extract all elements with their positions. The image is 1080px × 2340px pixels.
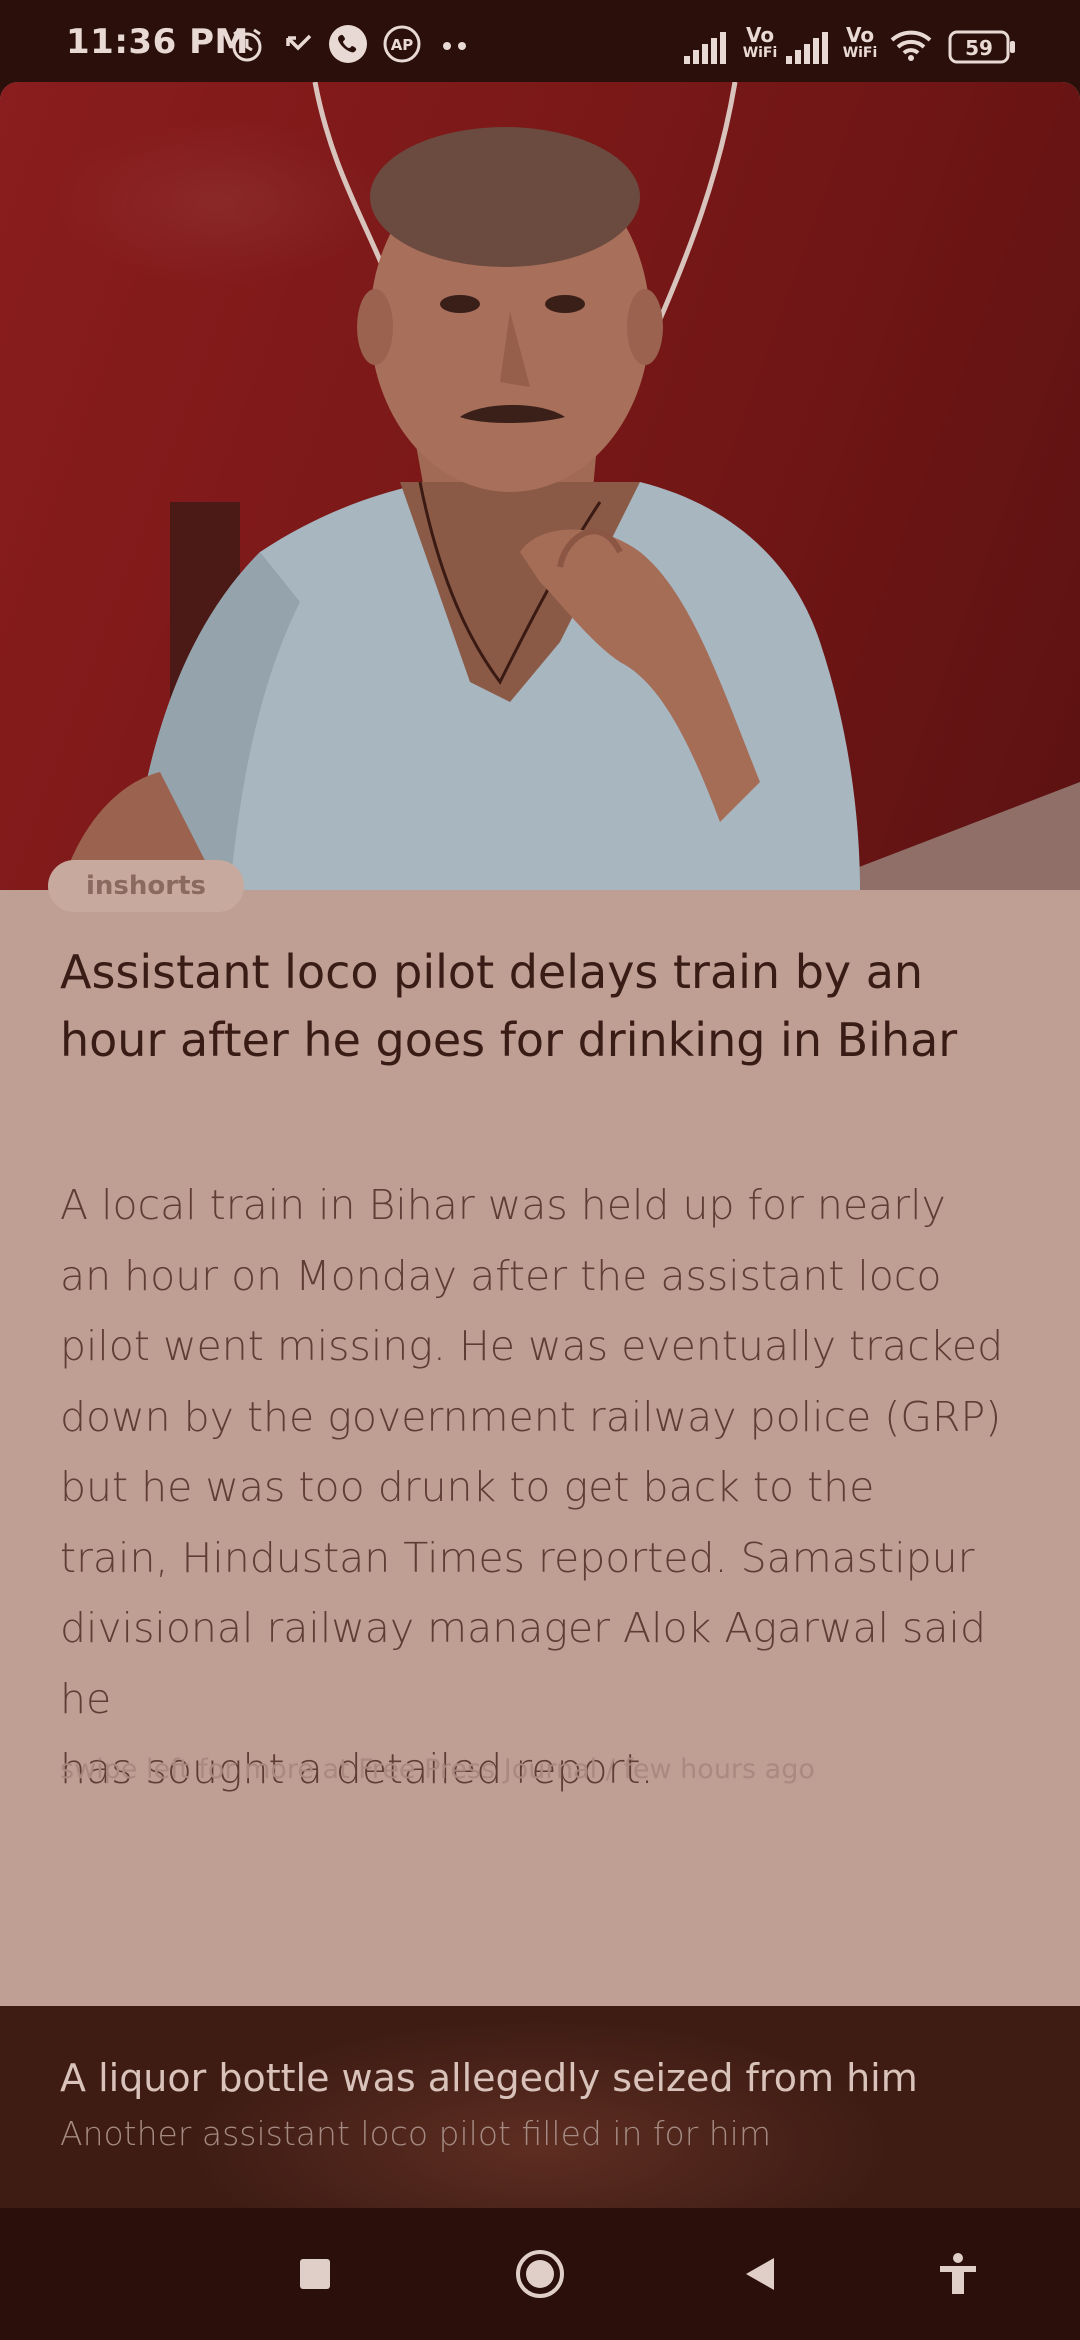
teaser-banner[interactable] (0, 2006, 1080, 2208)
accessibility-icon[interactable] (898, 2208, 1018, 2340)
article-body: A local train in Bihar was held up for n… (60, 1170, 1030, 1805)
news-card[interactable]: inshorts Assistant loco pilot delays tra… (0, 82, 1080, 2206)
body-line: pilot went missing. He was eventually tr… (60, 1322, 1004, 1370)
body-line: train, Hindustan Times reported. Samasti… (60, 1533, 975, 1582)
body-line: down by the government railway police (G… (60, 1392, 1002, 1441)
signal-icon (786, 32, 830, 69)
alarm-icon (228, 26, 266, 69)
source-badge: inshorts (48, 860, 244, 912)
teaser-subtitle: Another assistant loco pilot filled in f… (60, 2114, 771, 2153)
recents-square-icon[interactable] (255, 2208, 375, 2340)
article-headline: Assistant loco pilot delays train by an … (60, 945, 958, 1067)
signal-icon (684, 32, 728, 69)
battery-icon: 59 (948, 30, 1018, 69)
article-photo[interactable] (0, 82, 1080, 890)
body-line: but he was too drunk to get back to the (60, 1463, 875, 1511)
ap-badge-icon: AP (382, 24, 422, 69)
navigation-bar (0, 2208, 1080, 2340)
status-time: 11:36 PM (66, 22, 249, 62)
svg-text:59: 59 (965, 36, 993, 60)
vowifi-icon: Vo WiFi (842, 23, 878, 61)
swipe-hint-link[interactable]: swipe left for more at Free Press Journa… (60, 1754, 1030, 1785)
svg-text:AP: AP (391, 36, 414, 54)
missed-call-icon (282, 26, 316, 65)
body-line: A local train in Bihar was held up for n… (60, 1181, 946, 1229)
vowifi-icon: Vo WiFi (742, 23, 778, 61)
more-dots-icon (442, 38, 468, 56)
status-bar: 11:36 PM AP Vo WiFi Vo WiFi 59 (0, 0, 1080, 80)
phone-icon (328, 24, 368, 69)
back-triangle-icon[interactable] (700, 2208, 820, 2340)
teaser-title[interactable]: A liquor bottle was allegedly seized fro… (60, 2056, 918, 2100)
wifi-icon (890, 28, 932, 67)
home-circle-icon[interactable] (480, 2208, 600, 2340)
body-line: divisional railway manager Alok Agarwal … (60, 1604, 986, 1723)
body-line: an hour on Monday after the assistant lo… (60, 1251, 942, 1300)
